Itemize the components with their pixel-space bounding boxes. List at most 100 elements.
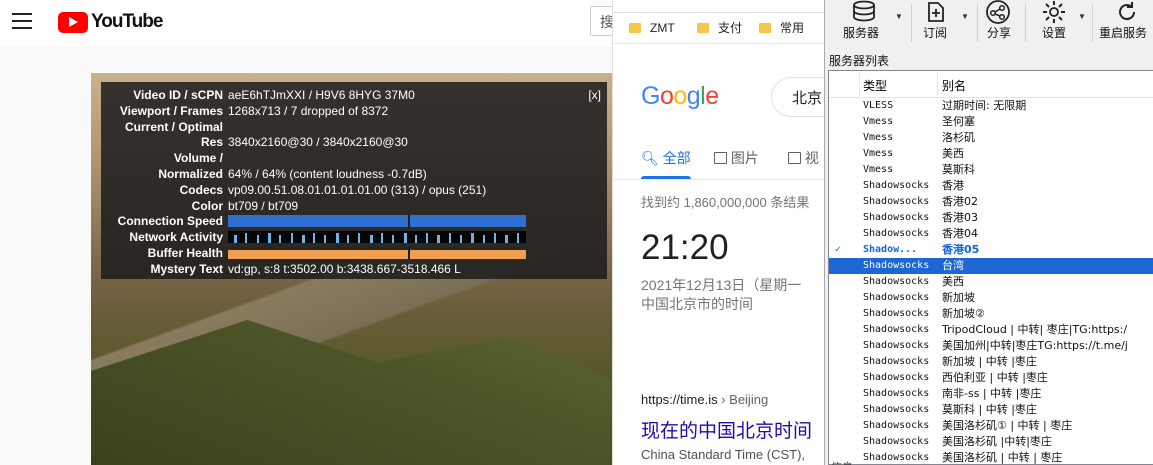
subscribe-button[interactable]: 订阅 <box>919 0 953 46</box>
stats-label: Codecs <box>179 182 223 197</box>
stats-label: Current / Optimal <box>124 119 223 134</box>
settings-button[interactable]: 设置 <box>1037 0 1071 46</box>
graph-spike <box>471 233 475 244</box>
gear-icon <box>1043 1 1065 23</box>
server-row[interactable]: Shadowsocks 美国洛杉矶 |中转|枣庄 <box>829 434 1153 450</box>
server-row[interactable]: Shadowsocks 香港 <box>829 178 1153 194</box>
server-row[interactable]: VLESS 过期时间: 无限期 <box>829 98 1153 114</box>
server-type: Shadowsocks <box>863 452 930 463</box>
graph-spike <box>335 233 339 244</box>
graph-fill <box>228 215 526 228</box>
stats-value: vd:gp, s:8 t:3502.00 b:3438.667-3518.466… <box>228 261 461 276</box>
toolbar-divider <box>977 4 978 42</box>
stats-label: Connection Speed <box>117 214 223 229</box>
bookmark-folder[interactable]: 支付 <box>697 20 742 36</box>
server-row[interactable]: Shadowsocks 南非-ss | 中转 |枣庄 <box>829 386 1153 402</box>
server-alias: 新加坡 | 中转 |枣庄 <box>942 355 1037 368</box>
result-url[interactable]: https://time.is › Beijing <box>641 392 768 407</box>
server-row[interactable]: Shadowsocks 新加坡② <box>829 306 1153 322</box>
google-logo[interactable]: Google <box>641 82 719 111</box>
stats-graph-buffer: 16.71 s <box>228 247 612 259</box>
server-alias: 美国加州|中转|枣庄TG:https://t.me/j <box>942 339 1128 352</box>
server-row[interactable]: Vmess 圣何塞 <box>829 114 1153 130</box>
share-button[interactable]: 分享 <box>981 0 1015 46</box>
server-row[interactable]: Shadowsocks 香港04 <box>829 226 1153 242</box>
image-icon <box>714 152 727 164</box>
server-type: Shadowsocks <box>863 292 930 303</box>
google-search-input[interactable]: 北京 <box>771 77 825 117</box>
toolbar-divider <box>911 4 912 42</box>
bookmark-folder[interactable]: 常用 <box>759 20 804 36</box>
server-row[interactable]: Shadowsocks 美国加州|中转|枣庄TG:https://t.me/j <box>829 338 1153 354</box>
server-row[interactable]: Shadowsocks 新加坡 <box>829 290 1153 306</box>
server-alias: 新加坡② <box>942 307 985 320</box>
bookmark-folder[interactable]: ZMT <box>629 20 675 36</box>
server-row[interactable]: Shadowsocks 西伯利亚 | 中转 |枣庄 <box>829 370 1153 386</box>
server-row[interactable]: Shadowsocks 香港02 <box>829 194 1153 210</box>
browser-tabstrip <box>613 0 825 13</box>
restart-service-button[interactable]: 重启服务 <box>1099 0 1153 46</box>
result-title-link[interactable]: 现在的中国北京时间 <box>641 416 812 443</box>
server-type: VLESS <box>863 100 894 111</box>
column-divider <box>859 73 860 95</box>
stats-row: Volume / <box>101 150 607 166</box>
server-row[interactable]: Shadowsocks 香港03 <box>829 210 1153 226</box>
server-row[interactable]: Vmess 美西 <box>829 146 1153 162</box>
chevron-down-icon[interactable]: ▼ <box>895 12 903 21</box>
graph-spike <box>380 233 383 244</box>
restart-icon <box>1118 2 1135 21</box>
server-row[interactable]: ✓ Shadow... 香港05 <box>829 242 1153 258</box>
tab-videos[interactable]: 视 <box>788 148 819 168</box>
graph-spike <box>448 233 451 244</box>
stats-row: Current / Optimal <box>101 119 607 135</box>
server-row[interactable]: Shadowsocks 莫斯科 | 中转 |枣庄 <box>829 402 1153 418</box>
server-row[interactable]: Vmess 洛杉矶 <box>829 130 1153 146</box>
servers-button[interactable]: 服务器 <box>839 0 889 46</box>
graph-spike <box>426 233 429 244</box>
toolbar-divider <box>1092 4 1093 42</box>
server-type: Vmess <box>863 132 894 143</box>
tab-images[interactable]: 图片 <box>714 148 759 168</box>
share-icon <box>986 0 1010 24</box>
graph-spike <box>505 235 509 244</box>
stats-value: bt709 / bt709 <box>228 198 299 213</box>
graph-spike <box>267 233 271 244</box>
graph-spike <box>347 235 349 244</box>
menu-icon[interactable] <box>12 13 32 29</box>
youtube-play-icon <box>58 11 88 33</box>
tab-all[interactable]: 🔍︎ 全部 <box>641 148 691 168</box>
server-row[interactable]: Shadowsocks 新加坡 | 中转 |枣庄 <box>829 354 1153 370</box>
youtube-logo[interactable]: YouTube <box>58 11 163 33</box>
server-type: Shadowsocks <box>863 260 930 271</box>
chevron-down-icon[interactable]: ▼ <box>1078 12 1086 21</box>
server-row[interactable]: Shadowsocks 美国洛杉矶① | 中转 | 枣庄 <box>829 418 1153 434</box>
server-row[interactable]: Shadowsocks 美国洛杉矶 | 中转 | 枣庄 <box>829 450 1153 464</box>
graph-track <box>228 231 526 244</box>
server-row[interactable]: Vmess 莫斯科 <box>829 162 1153 178</box>
server-type: Shadowsocks <box>863 308 930 319</box>
checkmark-icon: ✓ <box>835 244 842 255</box>
time-answer: 21:20 <box>641 228 729 267</box>
server-alias: 香港02 <box>942 195 978 208</box>
server-list[interactable]: 类型 别名 VLESS 过期时间: 无限期 Vmess 圣何塞 Vmess 洛杉矶 Vmes… <box>828 70 1153 465</box>
date-answer: 2021年12月13日（星期一 中国北京市的时间 <box>641 276 801 314</box>
youtube-search-input[interactable]: 搜 <box>590 6 612 36</box>
folder-icon <box>759 23 771 33</box>
column-alias[interactable]: 别名 <box>942 77 966 94</box>
graph-gap <box>408 247 410 259</box>
server-row[interactable]: Shadowsocks 台湾 <box>829 258 1153 274</box>
stats-row: Buffer Health16.71 s <box>101 245 607 261</box>
stats-label: Viewport / Frames <box>119 103 223 118</box>
server-alias: 美西 <box>942 147 964 160</box>
search-icon: 🔍︎ <box>641 150 659 166</box>
server-alias: 南非-ss | 中转 |枣庄 <box>942 387 1042 400</box>
folder-icon <box>697 23 709 33</box>
server-row[interactable]: Shadowsocks 美西 <box>829 274 1153 290</box>
graph-spike <box>290 233 293 244</box>
column-type[interactable]: 类型 <box>863 77 887 94</box>
server-type: Shadowsocks <box>863 276 930 287</box>
google-pane: ZMT 支付 常用 Google 北京 🔍︎ 全部 图片 视 找到约 1,860… <box>612 0 825 465</box>
result-url-text: https://time.is <box>641 392 718 407</box>
chevron-down-icon[interactable]: ▼ <box>961 12 969 21</box>
server-row[interactable]: Shadowsocks TripodCloud | 中转| 枣庄|TG:https… <box>829 322 1153 338</box>
